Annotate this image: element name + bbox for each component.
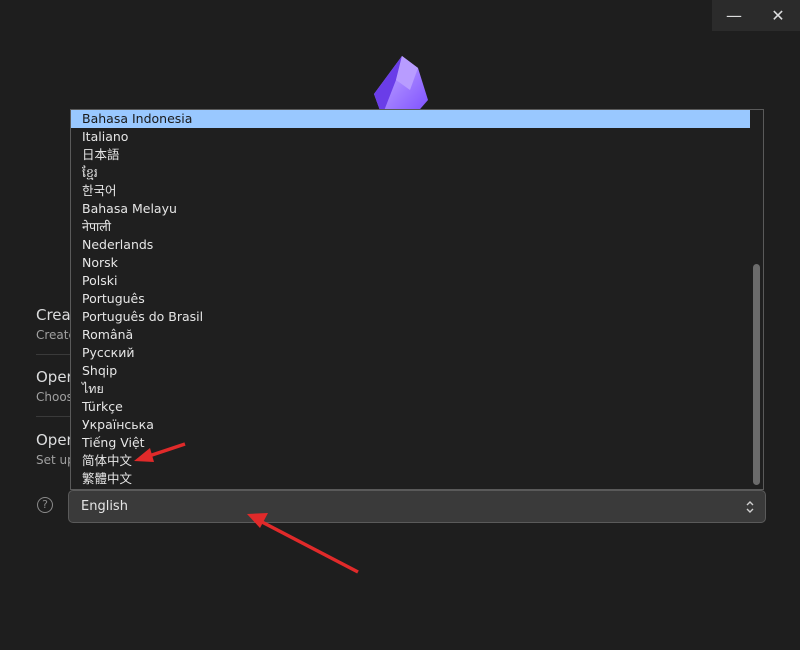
create-vault-description: Create a new Obsidian vault under a fold… [36, 328, 70, 342]
close-button[interactable]: ✕ [756, 0, 800, 31]
language-option[interactable]: Українська [71, 416, 751, 434]
create-vault-title[interactable]: Create new vault [36, 306, 70, 324]
language-option[interactable]: 한국어 [71, 182, 751, 200]
window-controls: — ✕ [712, 0, 800, 31]
language-select-value: English [81, 499, 128, 514]
language-option[interactable]: Norsk [71, 254, 751, 272]
language-option[interactable]: Русский [71, 344, 751, 362]
language-dropdown-list[interactable]: Bahasa Indonesia Italiano 日本語 ខ្មែរ 한국어 Bahas… [70, 109, 764, 490]
language-picker-screen: — ✕ Create new vault Create a new Obsidi… [0, 0, 800, 650]
language-option[interactable]: 繁體中文 [71, 470, 751, 488]
language-option[interactable]: Polski [71, 272, 751, 290]
language-option[interactable]: Italiano [71, 128, 751, 146]
open-folder-title[interactable]: Open folder as vault [36, 368, 70, 386]
language-option[interactable]: Bahasa Melayu [71, 200, 751, 218]
minimize-button[interactable]: — [712, 0, 756, 31]
help-icon[interactable]: ? [37, 497, 53, 513]
language-option[interactable]: नेपाली [71, 218, 751, 236]
scrollbar-track[interactable] [750, 110, 763, 489]
language-option[interactable]: Shqip [71, 362, 751, 380]
open-folder-description: Choose an existing folder of Markdown fi… [36, 390, 70, 404]
open-sync-title[interactable]: Open vault from Obsidian Sync [36, 431, 70, 449]
language-option[interactable]: Română [71, 326, 751, 344]
scrollbar-thumb[interactable] [753, 264, 760, 485]
language-option[interactable]: 日本語 [71, 146, 751, 164]
option-divider [36, 416, 70, 417]
minimize-icon: — [726, 6, 742, 25]
language-option[interactable]: Türkçe [71, 398, 751, 416]
language-option[interactable]: ไทย [71, 380, 751, 398]
option-divider [36, 354, 70, 355]
language-option[interactable]: Bahasa Indonesia [71, 110, 751, 128]
language-options: Bahasa Indonesia Italiano 日本語 ខ្មែរ 한국어 Bahas… [71, 110, 751, 488]
close-icon: ✕ [771, 6, 785, 25]
language-select[interactable]: English [68, 490, 766, 523]
language-option[interactable]: Tiếng Việt [71, 434, 751, 452]
chevron-up-down-icon [746, 501, 754, 513]
language-option[interactable]: ខ្មែរ [71, 164, 751, 182]
open-sync-description: Set up a synced vault with an existing r… [36, 453, 70, 467]
language-option[interactable]: 简体中文 [71, 452, 751, 470]
language-option[interactable]: Nederlands [71, 236, 751, 254]
language-option[interactable]: Português do Brasil [71, 308, 751, 326]
language-option[interactable]: Português [71, 290, 751, 308]
